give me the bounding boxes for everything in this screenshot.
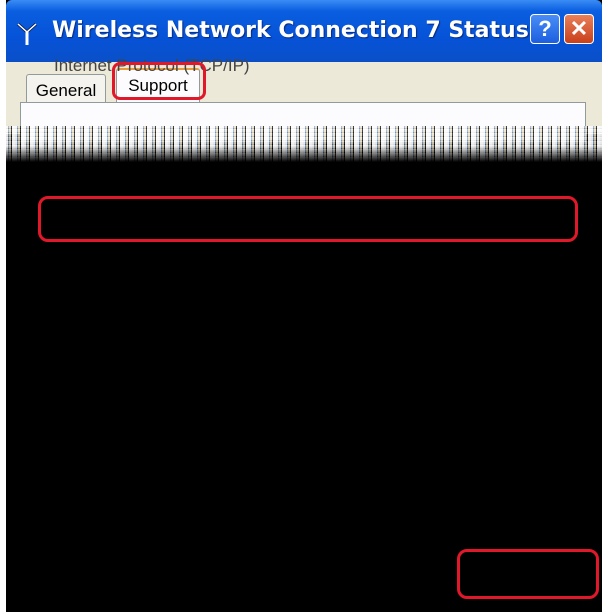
title-bar[interactable]: Wireless Network Connection 7 Status ? ✕ bbox=[6, 0, 602, 62]
status-dialog: Wireless Network Connection 7 Status ? ✕… bbox=[6, 0, 602, 612]
button-highlight bbox=[457, 549, 599, 599]
image-corruption-fade bbox=[6, 146, 602, 162]
field-highlight bbox=[38, 196, 578, 242]
window-title: Wireless Network Connection 7 Status bbox=[52, 18, 529, 43]
help-button[interactable]: ? bbox=[530, 14, 560, 44]
close-button[interactable]: ✕ bbox=[564, 14, 594, 44]
antenna-icon bbox=[16, 22, 38, 46]
support-tab-highlight bbox=[112, 62, 206, 100]
